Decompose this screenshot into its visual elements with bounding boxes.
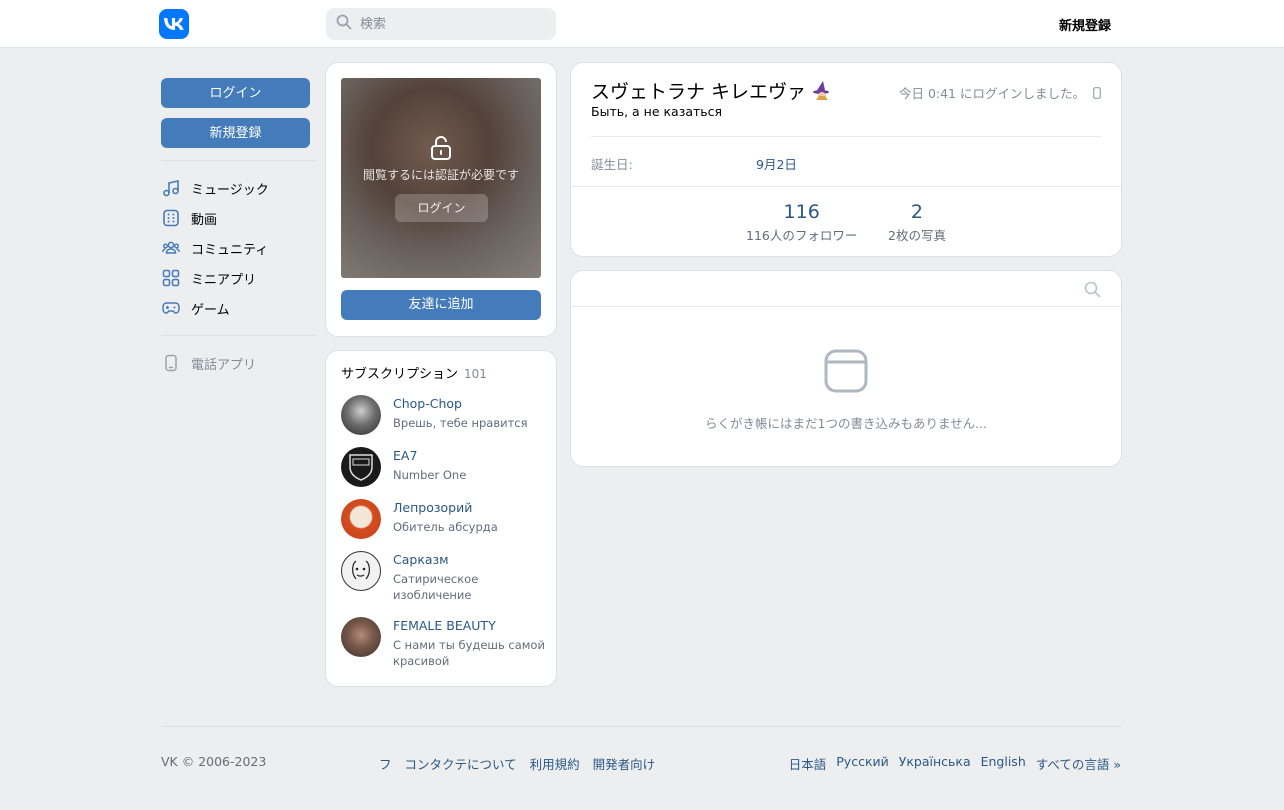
profile-status: Быть, а не казаться	[591, 104, 723, 119]
nav-item-label: ミニアプリ	[191, 272, 257, 288]
subscription-name[interactable]: EA7	[393, 448, 466, 463]
nav-item-phone-app[interactable]: 電話アプリ	[161, 348, 317, 378]
subscription-desc: Сатирическое изобличение	[393, 572, 479, 602]
lock-icon	[430, 135, 452, 165]
footer-link-about[interactable]: コンタクテについて	[405, 754, 517, 773]
photo-login-button[interactable]: ログイン	[395, 194, 488, 222]
lang-all[interactable]: すべての言語 »	[1036, 754, 1121, 773]
subscriptions-header[interactable]: サブスクリプション 101	[341, 363, 487, 382]
birthday-label: 誕生日:	[591, 157, 633, 172]
nav-item-label: ミュージック	[191, 182, 269, 198]
login-button[interactable]: ログイン	[161, 78, 310, 108]
search-box[interactable]	[326, 8, 556, 40]
vk-logo-icon[interactable]	[159, 9, 189, 39]
add-friend-button[interactable]: 友達に追加	[341, 290, 541, 320]
footer-languages: 日本語 Русский Українська English すべての言語 »	[789, 754, 1121, 773]
lang-russian[interactable]: Русский	[836, 754, 888, 773]
profile-info-card: スヴェトラナ キレエヴァ Быть, а не казаться 今日 0:41…	[571, 63, 1121, 256]
subscription-desc: Обитель абсурда	[393, 520, 498, 534]
subscription-item[interactable]: FEMALE BEAUTY С нами ты будешь самой кра…	[341, 617, 546, 669]
mobile-icon	[1093, 86, 1101, 99]
phone-icon	[161, 353, 181, 373]
lang-english[interactable]: English	[981, 754, 1026, 773]
avatar	[341, 499, 381, 539]
footer-link[interactable]: フ	[379, 754, 392, 773]
nav-item-video[interactable]: 動画	[161, 203, 317, 233]
followers-count: 116	[783, 201, 820, 223]
search-input[interactable]	[360, 16, 550, 32]
profile-divider	[571, 186, 1121, 187]
profile-name: スヴェトラナ キレエヴァ	[591, 77, 832, 104]
video-icon	[161, 208, 181, 228]
mini-apps-icon	[161, 268, 181, 288]
subscription-desc: Врешь, тебе нравится	[393, 416, 528, 430]
avatar	[341, 551, 381, 591]
nav-divider	[161, 335, 317, 336]
wall-empty-text: らくがき帳にはまだ1つの書き込みもありません...	[705, 416, 987, 431]
top-bar: 新規登録	[0, 0, 1284, 48]
avatar	[341, 447, 381, 487]
subscriptions-card: サブスクリプション 101 Chop-Chop Врешь, тебе нрави…	[326, 351, 556, 686]
nav-item-music[interactable]: ミュージック	[161, 173, 317, 203]
footer-divider	[161, 726, 1121, 727]
subscription-name[interactable]: Лепрозорий	[393, 500, 498, 515]
nav-item-label: 電話アプリ	[191, 357, 257, 373]
search-icon	[336, 14, 352, 34]
nav-item-communities[interactable]: コミュニティ	[161, 233, 317, 263]
footer-copyright: VK © 2006-2023	[161, 754, 267, 769]
register-button[interactable]: 新規登録	[161, 118, 310, 148]
subscription-name[interactable]: Chop-Chop	[393, 396, 528, 411]
footer-link-developers[interactable]: 開発者向け	[593, 754, 656, 773]
subscription-item[interactable]: Chop-Chop Врешь, тебе нравится	[341, 395, 546, 435]
nav-item-label: コミュニティ	[191, 242, 269, 258]
profile-photo: 閲覧するには認証が必要です ログイン	[341, 78, 541, 278]
followers-label: 116人のフォロワー	[746, 228, 858, 243]
footer-link-terms[interactable]: 利用規約	[530, 754, 580, 773]
gamepad-icon	[161, 298, 181, 318]
subscription-item[interactable]: EA7 Number One	[341, 447, 546, 487]
last-seen-text: 今日 0:41 にログインしました。	[898, 86, 1085, 101]
photos-count: 2	[910, 201, 924, 223]
header-register-link[interactable]: 新規登録	[1059, 15, 1111, 34]
left-nav: ログイン 新規登録 ミュージック 動画 コミュニティ ミニアプリ ゲーム 電話ア…	[161, 78, 317, 378]
avatar	[341, 617, 381, 657]
nav-item-mini-apps[interactable]: ミニアプリ	[161, 263, 317, 293]
nav-item-games[interactable]: ゲーム	[161, 293, 317, 323]
subscription-item[interactable]: Сарказм Сатирическое изобличение	[341, 551, 546, 603]
subscriptions-count: 101	[464, 367, 487, 381]
wall-divider	[571, 306, 1121, 307]
auth-required-text: 閲覧するには認証が必要です	[362, 168, 519, 182]
nav-item-label: ゲーム	[191, 302, 230, 318]
lang-japanese[interactable]: 日本語	[789, 754, 827, 773]
nav-item-label: 動画	[191, 212, 218, 228]
profile-photo-card: 閲覧するには認証が必要です ログイン 友達に追加	[326, 63, 556, 336]
followers-counter[interactable]: 116 116人のフォロワー	[746, 201, 857, 244]
witch-emoji-icon	[812, 80, 832, 102]
avatar	[341, 395, 381, 435]
profile-name-text: スヴェトラナ キレエヴァ	[591, 81, 807, 103]
empty-wall-icon	[824, 349, 868, 397]
music-icon	[161, 178, 181, 198]
subscriptions-title: サブスクリプション	[341, 367, 459, 382]
subscription-item[interactable]: Лепрозорий Обитель абсурда	[341, 499, 546, 539]
nav-divider	[161, 160, 317, 161]
last-seen: 今日 0:41 にログインしました。	[899, 83, 1101, 102]
subscription-desc: Number One	[393, 468, 467, 482]
birthday-value[interactable]: 9月2日	[756, 154, 797, 173]
wall-search-icon[interactable]	[1084, 281, 1101, 302]
wall-card: らくがき帳にはまだ1つの書き込みもありません...	[571, 271, 1121, 466]
communities-icon	[161, 238, 181, 258]
subscription-name[interactable]: FEMALE BEAUTY	[393, 618, 546, 633]
footer-links: フ コンタクテについて 利用規約 開発者向け	[379, 754, 655, 773]
profile-divider	[591, 136, 1101, 137]
photos-counter[interactable]: 2 2枚の写真	[888, 201, 946, 244]
lang-ukrainian[interactable]: Українська	[899, 754, 971, 773]
photos-label: 2枚の写真	[888, 228, 946, 243]
subscription-name[interactable]: Сарказм	[393, 552, 546, 567]
subscription-desc: С нами ты будешь самой красивой	[393, 638, 545, 668]
